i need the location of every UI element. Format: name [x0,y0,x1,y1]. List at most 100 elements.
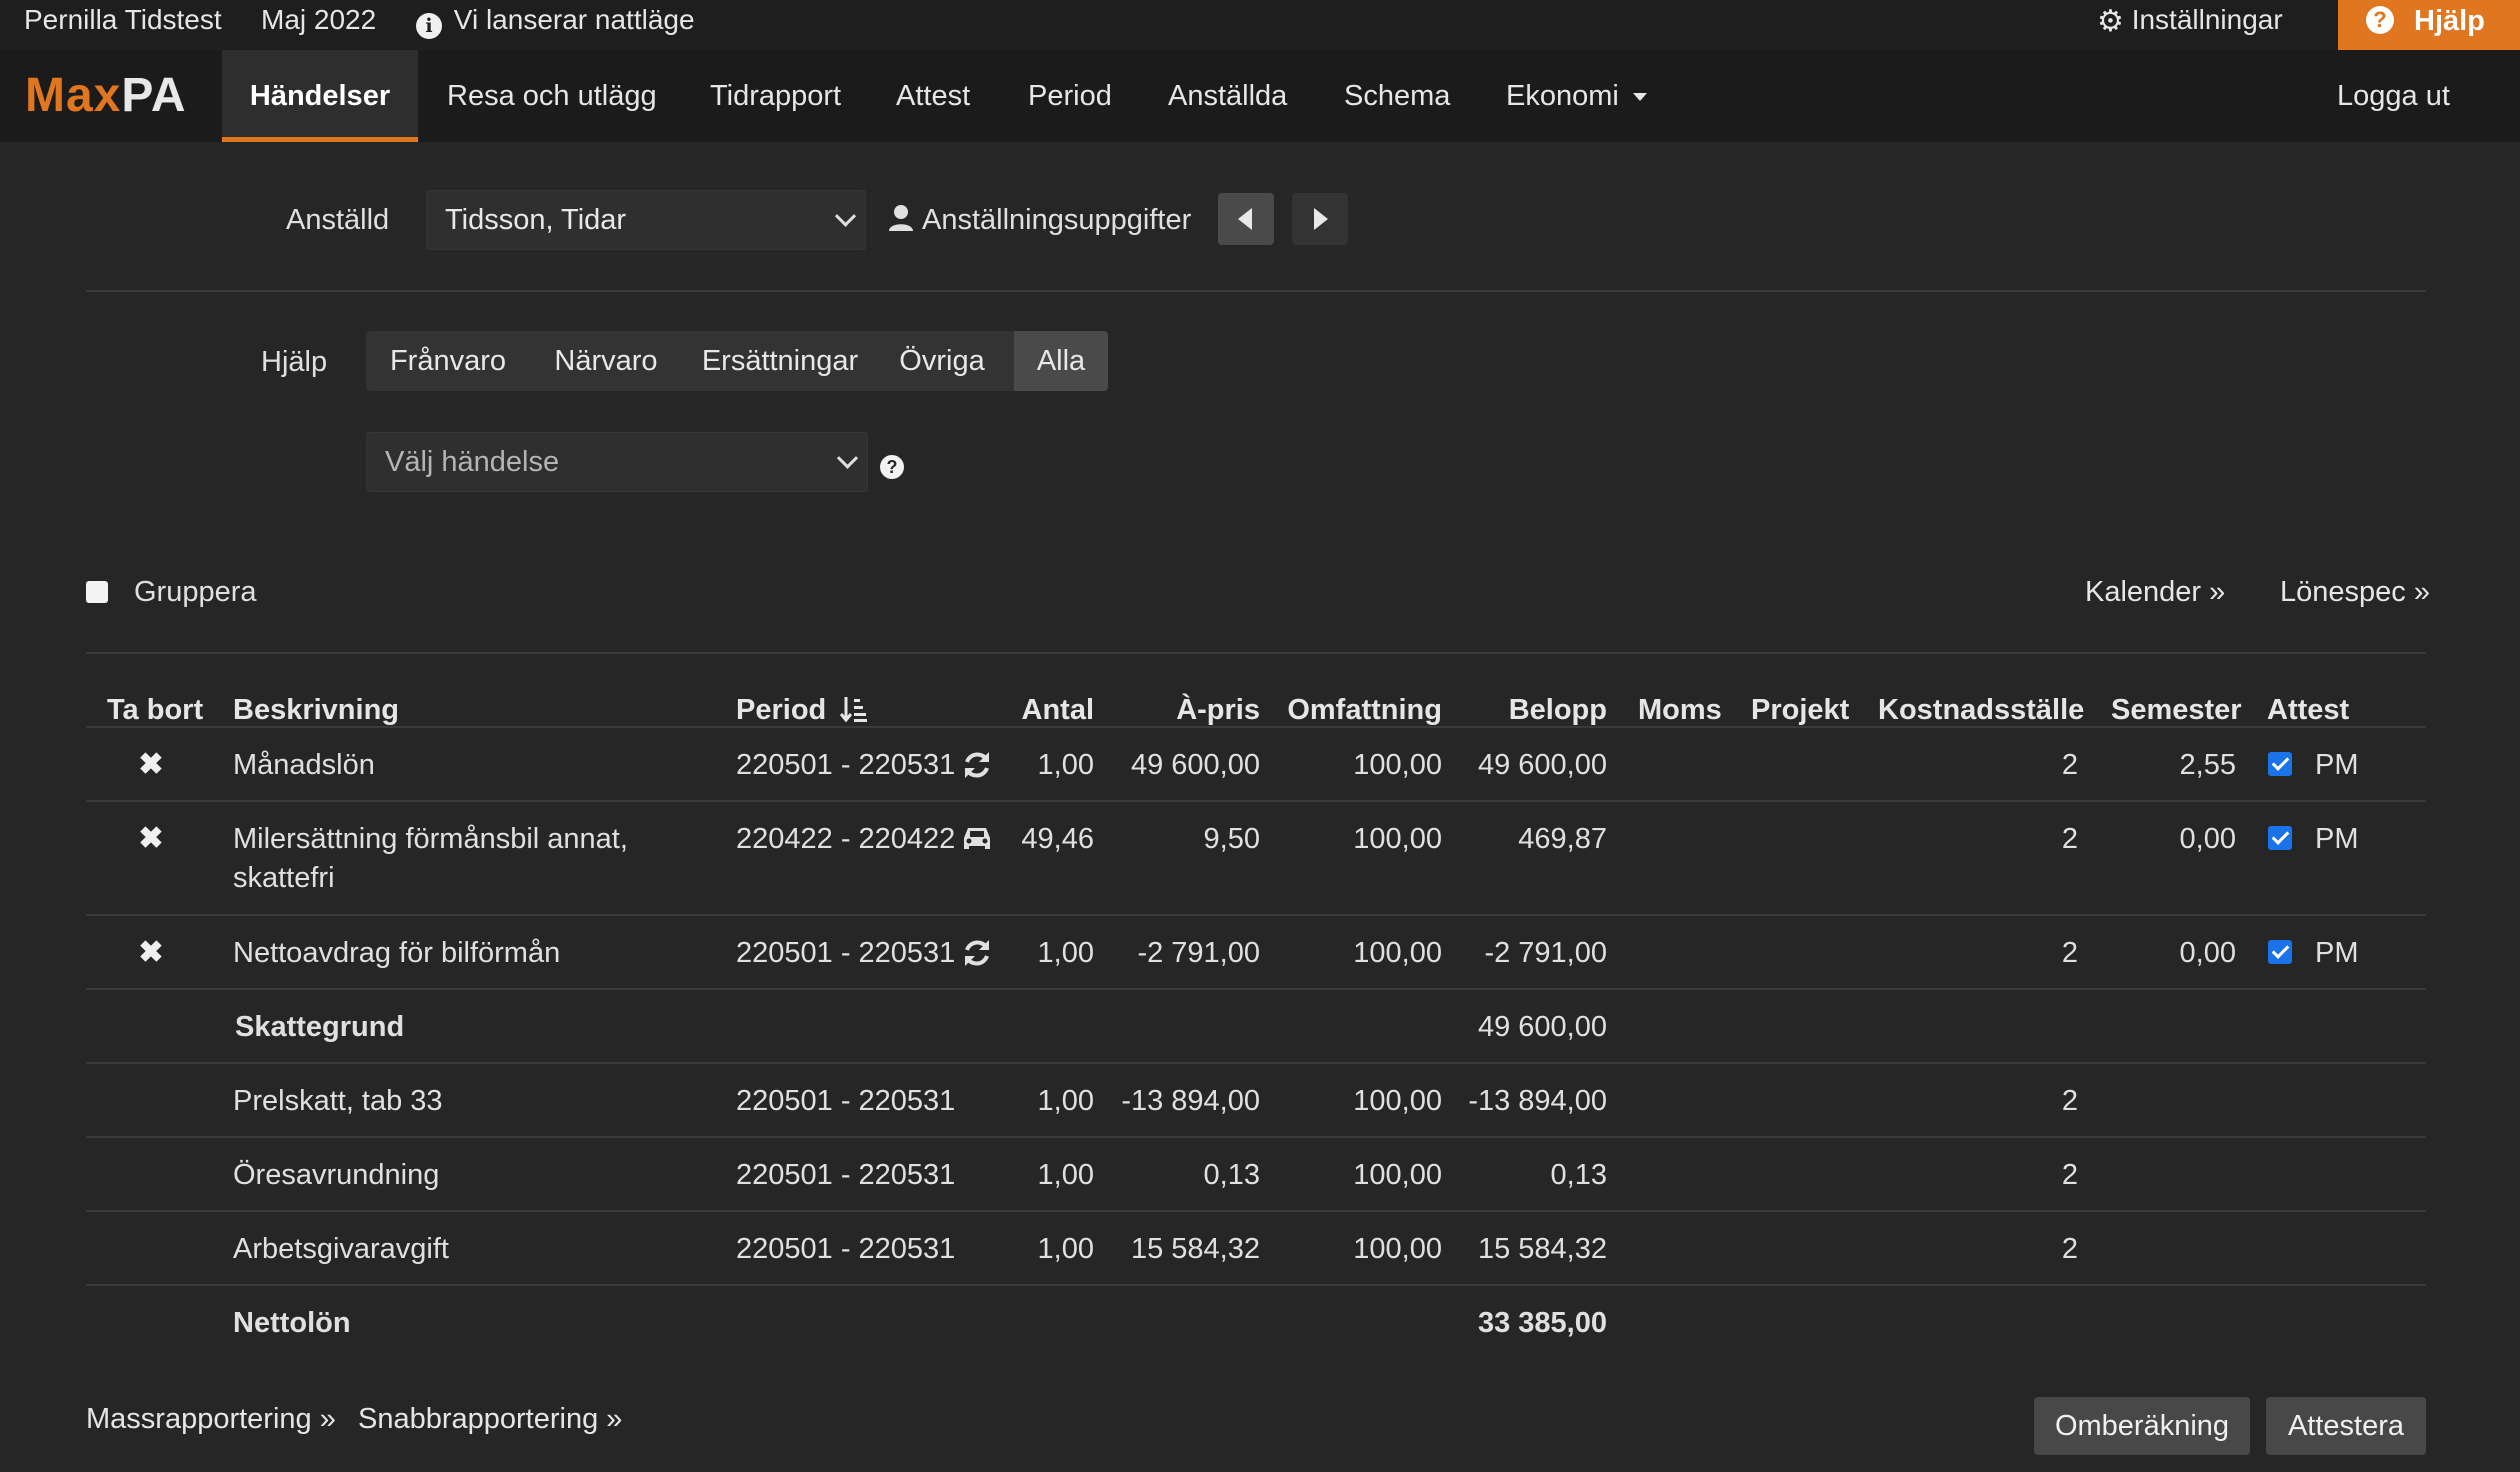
event-select-placeholder: Välj händelse [385,446,560,478]
app-logo[interactable]: MaxPA [25,70,187,122]
caret-down-icon [1632,93,1647,102]
user-icon [889,205,913,231]
row-period: 220501 - 220531 [736,1159,956,1191]
row-kostnadsstalle: 2 [2061,1085,2078,1117]
info-icon: i [416,13,442,39]
car-icon [964,828,990,849]
row-a-pris: 9,50 [1203,823,1260,855]
row-kostnadsstalle: 2 [2061,1159,2078,1191]
nav-resa-och-utlagg[interactable]: Resa och utlägg [447,50,657,142]
row-semester: 2,55 [2179,749,2236,781]
refresh-icon [965,940,989,966]
divider [86,914,2426,916]
divider [86,800,2426,802]
col-omfattning: Omfattning [1287,694,1442,726]
row-a-pris: -2 791,00 [1137,937,1260,969]
logo-pa: PA [121,69,187,122]
divider [86,1210,2426,1212]
row-a-pris: -13 894,00 [1121,1085,1260,1117]
employee-details-link[interactable]: Anställningsuppgifter [888,200,1191,240]
nav-attest[interactable]: Attest [896,50,970,142]
tab-alla[interactable]: Alla [1014,331,1108,391]
row-antal: 49,46 [1021,823,1094,855]
group-label: Gruppera [134,576,257,608]
next-employee-button[interactable] [1292,193,1348,245]
col-period-label: Period [736,694,827,726]
arrow-left-icon [1238,208,1252,230]
attest-checkbox[interactable] [2268,826,2292,850]
divider [86,652,2426,654]
divider [86,1284,2426,1286]
row-attest-initials: PM [2315,937,2359,969]
col-attest: Attest [2267,694,2350,726]
row-description: Skattegrund [235,1011,405,1043]
col-period[interactable]: Period [736,690,868,730]
attest-checkbox[interactable] [2268,752,2292,776]
row-description[interactable]: Milersättning förmånsbil annat, [233,819,628,859]
help-button[interactable]: ? Hjälp [2338,0,2520,50]
delete-icon[interactable]: ✖ [131,745,171,785]
row-description: Prelskatt, tab 33 [233,1085,443,1117]
nav-handelser[interactable]: Händelser [222,50,418,142]
calendar-link[interactable]: Kalender » [2085,572,2225,612]
gear-icon: ⚙ [2097,5,2124,38]
delete-icon[interactable]: ✖ [131,819,171,859]
row-a-pris: 0,13 [1203,1159,1260,1191]
nav-anstallda[interactable]: Anställda [1168,50,1287,142]
row-semester: 0,00 [2179,823,2236,855]
row-belopp: 15 584,32 [1477,1233,1607,1265]
payslip-link[interactable]: Lönespec » [2280,572,2430,612]
approve-button[interactable]: Attestera [2266,1397,2426,1455]
row-attest-initials: PM [2315,823,2359,855]
row-period: 220501 - 220531 [736,1085,956,1117]
row-attest-initials: PM [2315,749,2359,781]
row-omfattning: 100,00 [1353,1085,1442,1117]
row-a-pris: 49 600,00 [1130,749,1260,781]
row-period: 220422 - 220422 [736,823,956,855]
delete-icon[interactable]: ✖ [131,933,171,973]
col-ta-bort: Ta bort [107,694,204,726]
row-kostnadsstalle: 2 [2061,823,2078,855]
row-kostnadsstalle: 2 [2061,1233,2078,1265]
tab-ersattningar[interactable]: Ersättningar [682,331,878,391]
tab-ovriga[interactable]: Övriga [878,331,1006,391]
info-notice[interactable]: i Vi lanserar nattläge [416,0,695,50]
tab-franvaro[interactable]: Frånvaro [366,331,530,391]
employee-select[interactable]: Tidsson, Tidar [426,190,866,250]
col-kostnadsstalle: Kostnadsställe [1878,694,2085,726]
nav-ekonomi[interactable]: Ekonomi [1506,50,1647,142]
logout-link[interactable]: Logga ut [2337,50,2450,142]
question-icon[interactable]: ? [880,455,904,479]
chevron-down-icon [836,447,859,469]
mass-reporting-link[interactable]: Massrapportering » [86,1399,336,1439]
recalculate-button[interactable]: Omberäkning [2034,1397,2250,1455]
row-belopp: 469,87 [1518,823,1607,855]
nav-schema[interactable]: Schema [1344,50,1450,142]
row-a-pris: 15 584,32 [1130,1233,1260,1265]
previous-employee-button[interactable] [1218,193,1274,245]
row-description: Öresavrundning [233,1159,440,1191]
row-description: Arbetsgivaravgift [233,1233,449,1265]
current-period[interactable]: Maj 2022 [261,0,376,50]
row-omfattning: 100,00 [1353,1233,1442,1265]
row-kostnadsstalle: 2 [2061,749,2078,781]
main-nav: MaxPA Händelser Resa och utlägg Tidrappo… [0,50,2520,142]
col-belopp: Belopp [1508,694,1607,726]
row-description[interactable]: Nettoavdrag för bilförmån [233,933,560,973]
employee-details-label: Anställningsuppgifter [922,204,1192,236]
tab-narvaro[interactable]: Närvaro [530,331,682,391]
nav-period[interactable]: Period [1028,50,1112,142]
nav-tidrapport[interactable]: Tidrapport [710,50,841,142]
attest-checkbox[interactable] [2268,940,2292,964]
row-description[interactable]: Månadslön [233,745,375,785]
refresh-icon [965,752,989,778]
event-select[interactable]: Välj händelse [366,432,868,492]
col-beskrivning: Beskrivning [233,694,399,726]
row-description: Nettolön [233,1307,351,1339]
group-checkbox[interactable] [86,581,108,603]
top-bar: Pernilla Tidstest Maj 2022 i Vi lanserar… [0,0,2520,50]
quick-reporting-link[interactable]: Snabbrapportering » [358,1399,622,1439]
col-moms: Moms [1638,694,1722,726]
settings-link[interactable]: ⚙ Inställningar [2097,0,2283,50]
nav-ekonomi-label: Ekonomi [1506,80,1619,112]
